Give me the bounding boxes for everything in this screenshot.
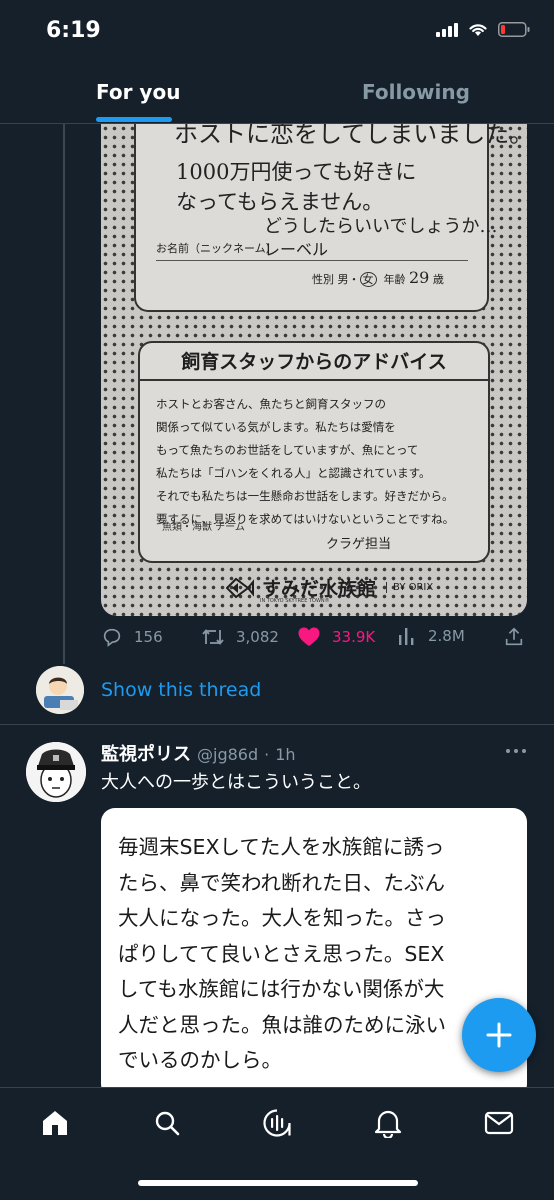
image-text-line: しても水族館には行かない関係が大 bbox=[118, 977, 445, 1001]
gender-label: 性別 男・ bbox=[312, 273, 360, 286]
reply-icon bbox=[103, 628, 121, 647]
status-icons bbox=[436, 22, 530, 37]
nav-messages[interactable] bbox=[482, 1106, 516, 1140]
more-horizontal-icon bbox=[506, 749, 526, 753]
show-thread-link[interactable]: Show this thread bbox=[101, 679, 261, 701]
more-options-button[interactable] bbox=[504, 742, 528, 754]
image-text-block: 毎週末SEXしてた人を水族館に誘っ たら、鼻で笑われ断れた日、たぶん 大人になっ… bbox=[118, 830, 518, 1079]
tab-following[interactable]: Following bbox=[362, 80, 470, 104]
team-label: 魚類・海獣 チーム bbox=[162, 522, 245, 533]
handwritten-line: ホストに恋をしてしまいました。 bbox=[174, 124, 527, 148]
like-button[interactable]: 33.9K bbox=[297, 626, 375, 648]
nav-notifications[interactable] bbox=[371, 1106, 405, 1140]
tab-for-you[interactable]: For you bbox=[96, 80, 180, 104]
tweet-author-row: 監視ポリス @jg86d · 1h bbox=[101, 740, 296, 766]
tweet-image[interactable]: ホストに恋をしてしまいました。 1000万円使っても好きに なってもらえません。… bbox=[101, 124, 527, 616]
reply-button[interactable]: 156 bbox=[101, 626, 163, 648]
aquarium-logo-subtext: IN TOKYO SKYTREE TOWN® bbox=[260, 598, 330, 604]
tweet-time[interactable]: 1h bbox=[275, 745, 295, 764]
messages-icon bbox=[484, 1111, 514, 1135]
gender-value: 女 bbox=[359, 272, 377, 287]
search-icon bbox=[155, 1111, 180, 1136]
age-unit: 歳 bbox=[432, 273, 444, 286]
image-text-line: ぱりしてて良いとさえ思った。SEX bbox=[118, 941, 445, 966]
advice-line: それでも私たちは一生懸命お世話をします。好きだから。 bbox=[156, 489, 454, 503]
handwritten-line: 1000万円使っても好きに bbox=[176, 160, 417, 184]
question-card: ホストに恋をしてしまいました。 1000万円使っても好きに なってもらえません。… bbox=[134, 124, 527, 312]
advice-signer: クラゲ担当 bbox=[326, 537, 392, 552]
share-button[interactable] bbox=[503, 626, 525, 648]
advice-body: ホストとお客さん、魚たちと飼育スタッフの 関係って似ている気がします。私たちは愛… bbox=[156, 393, 482, 531]
retweet-count: 3,082 bbox=[236, 628, 279, 646]
like-count: 33.9K bbox=[332, 628, 376, 646]
police-cartoon-avatar bbox=[26, 742, 86, 802]
advice-line: もって魚たちのお世話をしていますが、魚にとって bbox=[156, 443, 419, 457]
views-count: 2.8M bbox=[428, 627, 465, 645]
image-text-line: 大人になった。大人を知った。さっ bbox=[118, 906, 446, 930]
age-label: 年齢 bbox=[383, 273, 406, 286]
aquarium-logo-text: すみだ水族館 bbox=[262, 578, 377, 600]
image-text-line: たら、鼻で笑われ断れた日、たぶん bbox=[118, 870, 445, 895]
advice-card: 飼育スタッフからのアドバイス ホストとお客さん、魚たちと飼育スタッフの 関係って… bbox=[138, 341, 490, 563]
share-icon bbox=[505, 627, 523, 646]
advice-heading: 飼育スタッフからのアドバイス bbox=[140, 343, 488, 381]
thread-connector-line bbox=[63, 124, 65, 664]
tweet-image-text-card[interactable]: 毎週末SEXしてた人を水族館に誘っ たら、鼻で笑われ断れた日、たぶん 大人になっ… bbox=[101, 808, 527, 1098]
wifi-icon bbox=[469, 24, 487, 36]
handwritten-line: どうしたらいいでしょうか… bbox=[264, 216, 498, 237]
plus-icon bbox=[486, 1022, 512, 1048]
aquarium-logo-partner: BY ORIX bbox=[386, 582, 433, 593]
nav-spaces[interactable] bbox=[260, 1106, 294, 1140]
heart-filled-icon bbox=[298, 627, 320, 646]
tweet-text: 大人への一歩とはこういうこと。 bbox=[101, 772, 371, 793]
retweet-button[interactable]: 3,082 bbox=[201, 626, 279, 648]
fish-logo-icon bbox=[226, 577, 254, 598]
image-text-line: 毎週末SEXしてた人を水族館に誘っ bbox=[118, 835, 445, 859]
advice-line: 私たちは「ゴハンをくれる人」と認識されています。 bbox=[156, 466, 431, 480]
tweet-divider bbox=[0, 724, 554, 725]
image-text-line: 人だと思った。魚は誰のために泳い bbox=[118, 1012, 446, 1037]
active-tab-indicator bbox=[96, 117, 172, 122]
status-time: 6:19 bbox=[46, 18, 101, 43]
notifications-icon bbox=[374, 1110, 402, 1138]
spaces-icon bbox=[263, 1109, 291, 1137]
reply-count: 156 bbox=[134, 628, 163, 646]
illustrated-avatar bbox=[36, 666, 84, 714]
cellular-signal-icon bbox=[436, 22, 458, 37]
tweet-actions: 156 3,082 33.9K 2.8M bbox=[101, 626, 527, 654]
home-indicator bbox=[138, 1180, 418, 1186]
author-handle[interactable]: @jg86d bbox=[197, 745, 258, 764]
compose-tweet-button[interactable] bbox=[462, 998, 536, 1072]
author-avatar[interactable] bbox=[26, 742, 86, 802]
name-field-value: レーベル bbox=[264, 240, 329, 259]
meta-separator: · bbox=[264, 745, 270, 764]
name-field-label: お名前（ニックネーム） bbox=[156, 242, 277, 255]
retweet-icon bbox=[202, 629, 224, 645]
status-bar: 6:19 bbox=[0, 0, 554, 60]
age-value: 29 bbox=[409, 268, 430, 287]
home-icon bbox=[43, 1111, 67, 1135]
battery-icon bbox=[498, 22, 530, 37]
author-name[interactable]: 監視ポリス bbox=[101, 740, 191, 766]
gender-age-field: 性別 男・女 年齢 29 歳 bbox=[312, 268, 444, 287]
aquarium-logo: すみだ水族館 BY ORIX IN TOKYO SKYTREE TOWN® bbox=[226, 574, 433, 604]
views-chart-icon bbox=[399, 628, 414, 645]
image-text-line: でいるのかしら。 bbox=[118, 1048, 282, 1072]
timeline-tabs: For you Following bbox=[0, 60, 554, 124]
nav-search[interactable] bbox=[150, 1106, 184, 1140]
views-button[interactable]: 2.8M bbox=[397, 626, 465, 646]
name-underline bbox=[156, 260, 468, 261]
advice-line: 関係って似ている気がします。私たちは愛情を bbox=[156, 420, 396, 434]
advice-line: ホストとお客さん、魚たちと飼育スタッフの bbox=[156, 397, 386, 411]
thread-author-avatar[interactable] bbox=[36, 666, 84, 714]
nav-home[interactable] bbox=[38, 1106, 72, 1140]
